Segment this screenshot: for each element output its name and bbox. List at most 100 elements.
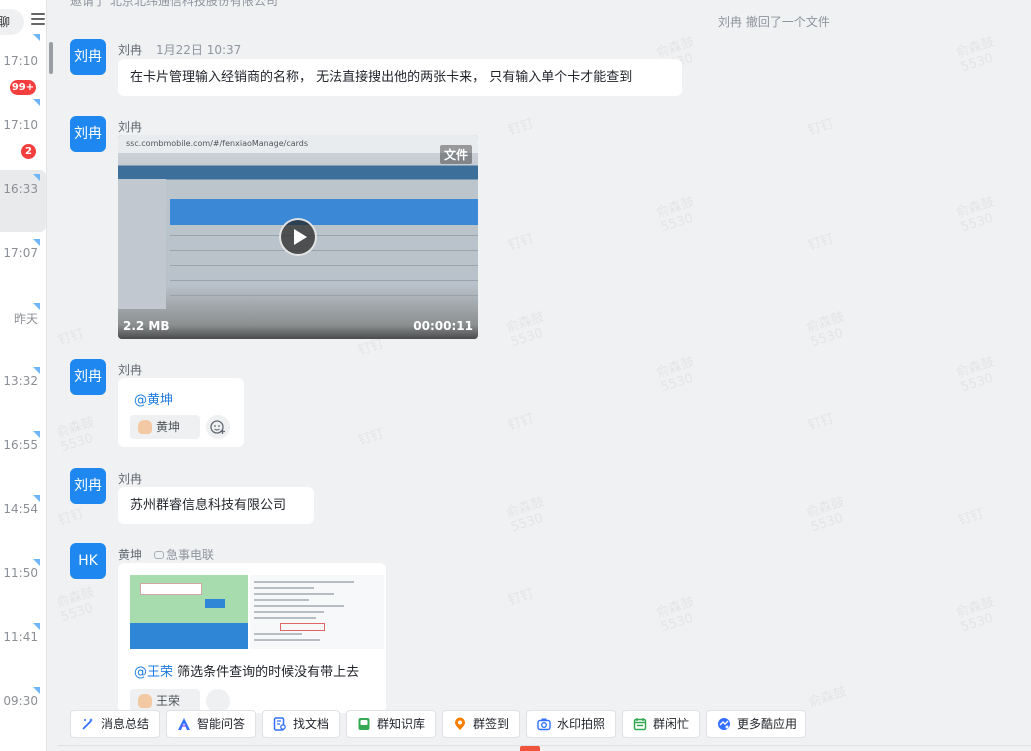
find-doc-button[interactable]: 找文档 (262, 710, 340, 738)
screenshot-image[interactable] (130, 575, 384, 649)
conversation-item[interactable]: 17:10 2 (0, 95, 46, 159)
conversation-time: 昨天 (13, 312, 38, 326)
message-text: @王荣 筛选条件查询的时候没有带上去 (134, 665, 360, 680)
calendar-icon (633, 718, 647, 731)
conversation-item-active[interactable]: 16:33 (0, 170, 46, 232)
conversation-item[interactable]: 16:55 (0, 427, 46, 489)
watermark: 俞森鼓5530 (954, 34, 997, 76)
knowledge-base-button[interactable]: 群知识库 (346, 710, 436, 738)
conversation-time: 13:32 (3, 374, 38, 388)
conversation-item[interactable]: 09:30 (0, 683, 46, 745)
mention-link[interactable]: @黄坤 (134, 389, 173, 408)
watermark: 钉钉 (356, 426, 386, 449)
unread-badge: 99+ (10, 80, 36, 95)
conversation-time: 11:50 (3, 566, 38, 580)
unread-corner-icon (33, 559, 40, 566)
conversation-item[interactable]: 14:54 (0, 491, 46, 553)
system-notice: 邀请了 北京北纬通信科技股份有限公司 (70, 0, 278, 8)
watermark: 俞森鼓 (806, 684, 849, 711)
summary-icon (82, 718, 93, 730)
ok-hand-icon (138, 420, 152, 434)
input-divider (58, 745, 1031, 746)
ai-answer-button[interactable]: 智能问答 (166, 710, 256, 738)
conversation-item[interactable]: 17:07 (0, 235, 46, 297)
find-doc-icon (273, 717, 286, 731)
conversation-item[interactable]: 13:32 (0, 363, 46, 425)
video-size: 2.2 MB (123, 319, 170, 333)
ok-hand-icon (138, 694, 152, 708)
watermark: 俞森鼓5530 (58, 414, 97, 456)
unread-badge: 2 (21, 144, 36, 159)
message-bubble[interactable]: 在卡片管理输入经销商的名称， 无法直接搜出他的两张卡来， 只有输入单个卡才能查到 (118, 59, 682, 96)
watermark: 俞森鼓5530 (954, 354, 997, 396)
message-summary-button[interactable]: 消息总结 (70, 710, 160, 738)
unread-corner-icon (33, 623, 40, 630)
unread-corner-icon (33, 687, 40, 694)
conversation-time: 14:54 (3, 502, 38, 516)
video-frame-url: ssc.combmobile.com/#/fenxiaoManage/cards (118, 135, 478, 153)
watermark-camera-button[interactable]: 水印拍照 (526, 710, 616, 738)
conversation-time: 16:33 (3, 182, 38, 196)
conversation-time: 17:07 (3, 246, 38, 260)
watermark: 钉钉 (506, 586, 536, 609)
sender-name: 黄坤 急事电联 (118, 548, 215, 562)
watermark: 俞森鼓5530 (504, 309, 547, 351)
watermark: 钉钉 (356, 336, 386, 359)
watermark: 俞森鼓5530 (804, 494, 847, 536)
unread-corner-icon (33, 367, 40, 374)
reaction-chip[interactable]: 黄坤 (130, 415, 200, 439)
video-message[interactable]: ssc.combmobile.com/#/fenxiaoManage/cards… (118, 135, 478, 339)
conversation-list: 聊 17:10 99+ 17:10 2 16:33 17:07 昨天 13:32… (0, 0, 47, 751)
watermark: 俞森鼓5530 (654, 194, 697, 236)
conversation-item[interactable]: 11:50 (0, 555, 46, 617)
conversation-item[interactable]: 昨天 (0, 299, 46, 361)
watermark: 钉钉 (506, 116, 536, 139)
group-availability-button[interactable]: 群闲忙 (622, 710, 700, 738)
group-checkin-button[interactable]: 群签到 (442, 710, 520, 738)
watermark: 钉钉 (506, 411, 536, 434)
watermark: 俞森鼓5530 (954, 594, 997, 636)
watermark: 钉钉 (806, 231, 836, 254)
ai-answer-icon (178, 718, 190, 730)
more-apps-button[interactable]: 更多酷应用 (706, 710, 806, 738)
menu-icon[interactable] (31, 13, 45, 27)
sender-name: 刘冉 (118, 363, 143, 377)
conversation-item[interactable]: 11:41 (0, 619, 46, 681)
unread-corner-icon (33, 495, 40, 502)
watermark: 俞森鼓5530 (58, 584, 97, 626)
chat-panel: 俞森鼓5530 俞森鼓5530 钉钉 钉钉 俞森鼓5530 俞森鼓5530 钉钉… (58, 0, 1031, 751)
avatar[interactable]: 刘冉 (70, 359, 106, 395)
unread-corner-icon (33, 174, 40, 181)
conversation-time: 09:30 (3, 694, 38, 708)
watermark: 钉钉 (956, 506, 986, 529)
avatar[interactable]: 刘冉 (70, 39, 106, 75)
emoji-add-icon (210, 420, 225, 434)
more-apps-icon (718, 718, 730, 730)
conversation-list-scrollbar[interactable] (49, 42, 53, 74)
watermark: 俞森鼓5530 (804, 309, 847, 351)
mention-link[interactable]: @王荣 (134, 665, 173, 680)
unread-corner-icon (33, 431, 40, 438)
unread-corner-icon (33, 239, 40, 246)
sender-name: 刘冉 (118, 472, 143, 486)
play-icon[interactable] (279, 218, 317, 256)
unread-corner-icon (33, 303, 40, 310)
watermark: 俞森鼓5530 (654, 354, 697, 396)
watermark: 俞森鼓5530 (954, 194, 997, 236)
checkin-icon (455, 717, 465, 730)
add-reaction-button[interactable] (206, 415, 230, 439)
recall-notice: 刘冉 撤回了一个文件 (718, 15, 830, 29)
watermark: 钉钉 (506, 231, 536, 254)
input-tool-icon[interactable] (520, 746, 540, 751)
message-timestamp: 1月22日 10:37 (156, 43, 242, 57)
avatar[interactable]: HK (70, 543, 106, 579)
avatar[interactable]: 刘冉 (70, 468, 106, 504)
conversation-time: 11:41 (3, 630, 38, 644)
watermark: 钉钉 (806, 411, 836, 434)
sender-name: 刘冉 (118, 120, 143, 134)
message-bubble[interactable]: 苏州群睿信息科技有限公司 (118, 487, 314, 524)
unread-corner-icon (33, 34, 40, 41)
conversation-item[interactable]: 17:10 99+ (0, 30, 46, 95)
user-status: 急事电联 (154, 548, 214, 562)
avatar[interactable]: 刘冉 (70, 116, 106, 152)
